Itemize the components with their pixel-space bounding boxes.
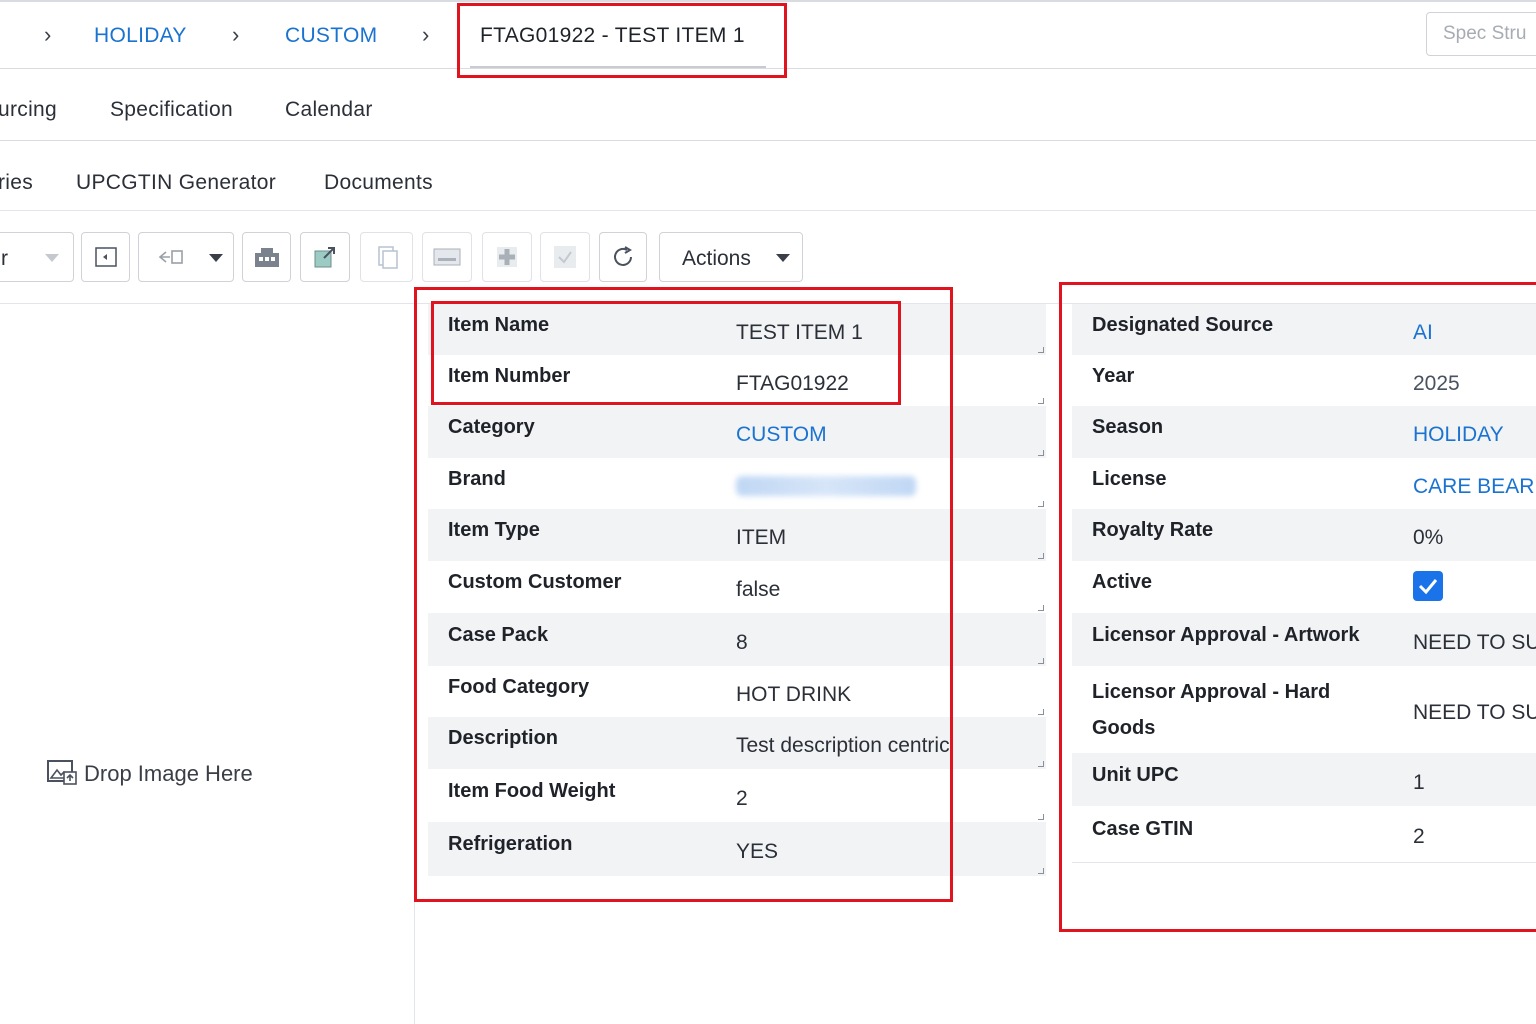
tab-categories[interactable]: ries (0, 171, 33, 195)
resize-handle-icon[interactable] (1038, 814, 1044, 820)
chevron-down-icon (45, 254, 59, 262)
link-menu-button[interactable] (138, 232, 234, 282)
resize-handle-icon[interactable] (1038, 709, 1044, 715)
insert-button[interactable] (81, 232, 130, 282)
resize-handle-icon[interactable] (1038, 450, 1044, 456)
actions-dropdown-button[interactable]: Actions (659, 232, 803, 282)
tab-documents[interactable]: Documents (324, 171, 433, 195)
form-button[interactable] (422, 232, 472, 282)
resize-handle-icon[interactable] (1038, 553, 1044, 559)
form-icon (433, 248, 461, 266)
actions-label: Actions (682, 247, 751, 270)
export-button[interactable] (300, 232, 350, 282)
chevron-right-icon: › (422, 22, 430, 47)
spec-structure-search-input[interactable]: Spec Stru (1426, 12, 1536, 56)
tab-upcgtin-generator[interactable]: UPCGTIN Generator (76, 171, 276, 195)
copy-button[interactable] (360, 232, 413, 282)
chevron-right-icon: › (232, 22, 240, 47)
chevron-right-icon: › (44, 22, 52, 47)
highlight-breadcrumb-current (457, 3, 787, 78)
resize-handle-icon[interactable] (1038, 347, 1044, 353)
image-upload-icon (47, 760, 77, 785)
approve-button[interactable] (540, 232, 590, 282)
insert-frame-icon (94, 247, 117, 267)
puzzle-button[interactable] (482, 232, 532, 282)
copy-icon (377, 246, 398, 269)
view-select-dropdown[interactable]: r (0, 232, 74, 282)
puzzle-icon (497, 247, 517, 267)
resize-handle-icon[interactable] (1038, 398, 1044, 404)
resize-handle-icon[interactable] (1038, 605, 1044, 611)
link-icon (158, 250, 183, 264)
building-icon (254, 248, 279, 267)
breadcrumb-holiday[interactable]: HOLIDAY (94, 24, 187, 48)
resize-handle-icon[interactable] (1038, 761, 1044, 767)
tab-calendar[interactable]: Calendar (285, 98, 373, 122)
view-select-value: r (1, 247, 8, 270)
image-drop-zone[interactable]: Drop Image Here (46, 758, 253, 787)
building-button[interactable] (242, 232, 291, 282)
tab-specification[interactable]: Specification (110, 98, 233, 122)
chevron-down-icon (776, 254, 790, 262)
refresh-button[interactable] (599, 232, 647, 282)
tab-sourcing[interactable]: urcing (0, 98, 57, 122)
highlight-attributes-panel (1059, 282, 1536, 932)
chevron-down-icon (209, 254, 223, 262)
refresh-icon (614, 246, 632, 266)
export-icon (314, 247, 335, 268)
resize-handle-icon[interactable] (1038, 658, 1044, 664)
resize-handle-icon[interactable] (1038, 501, 1044, 507)
drop-image-label: Drop Image Here (84, 761, 253, 786)
breadcrumb-custom[interactable]: CUSTOM (285, 24, 377, 48)
checkmark-box-icon (554, 246, 576, 268)
resize-handle-icon[interactable] (1038, 868, 1044, 874)
highlight-item-name-number (431, 301, 901, 405)
